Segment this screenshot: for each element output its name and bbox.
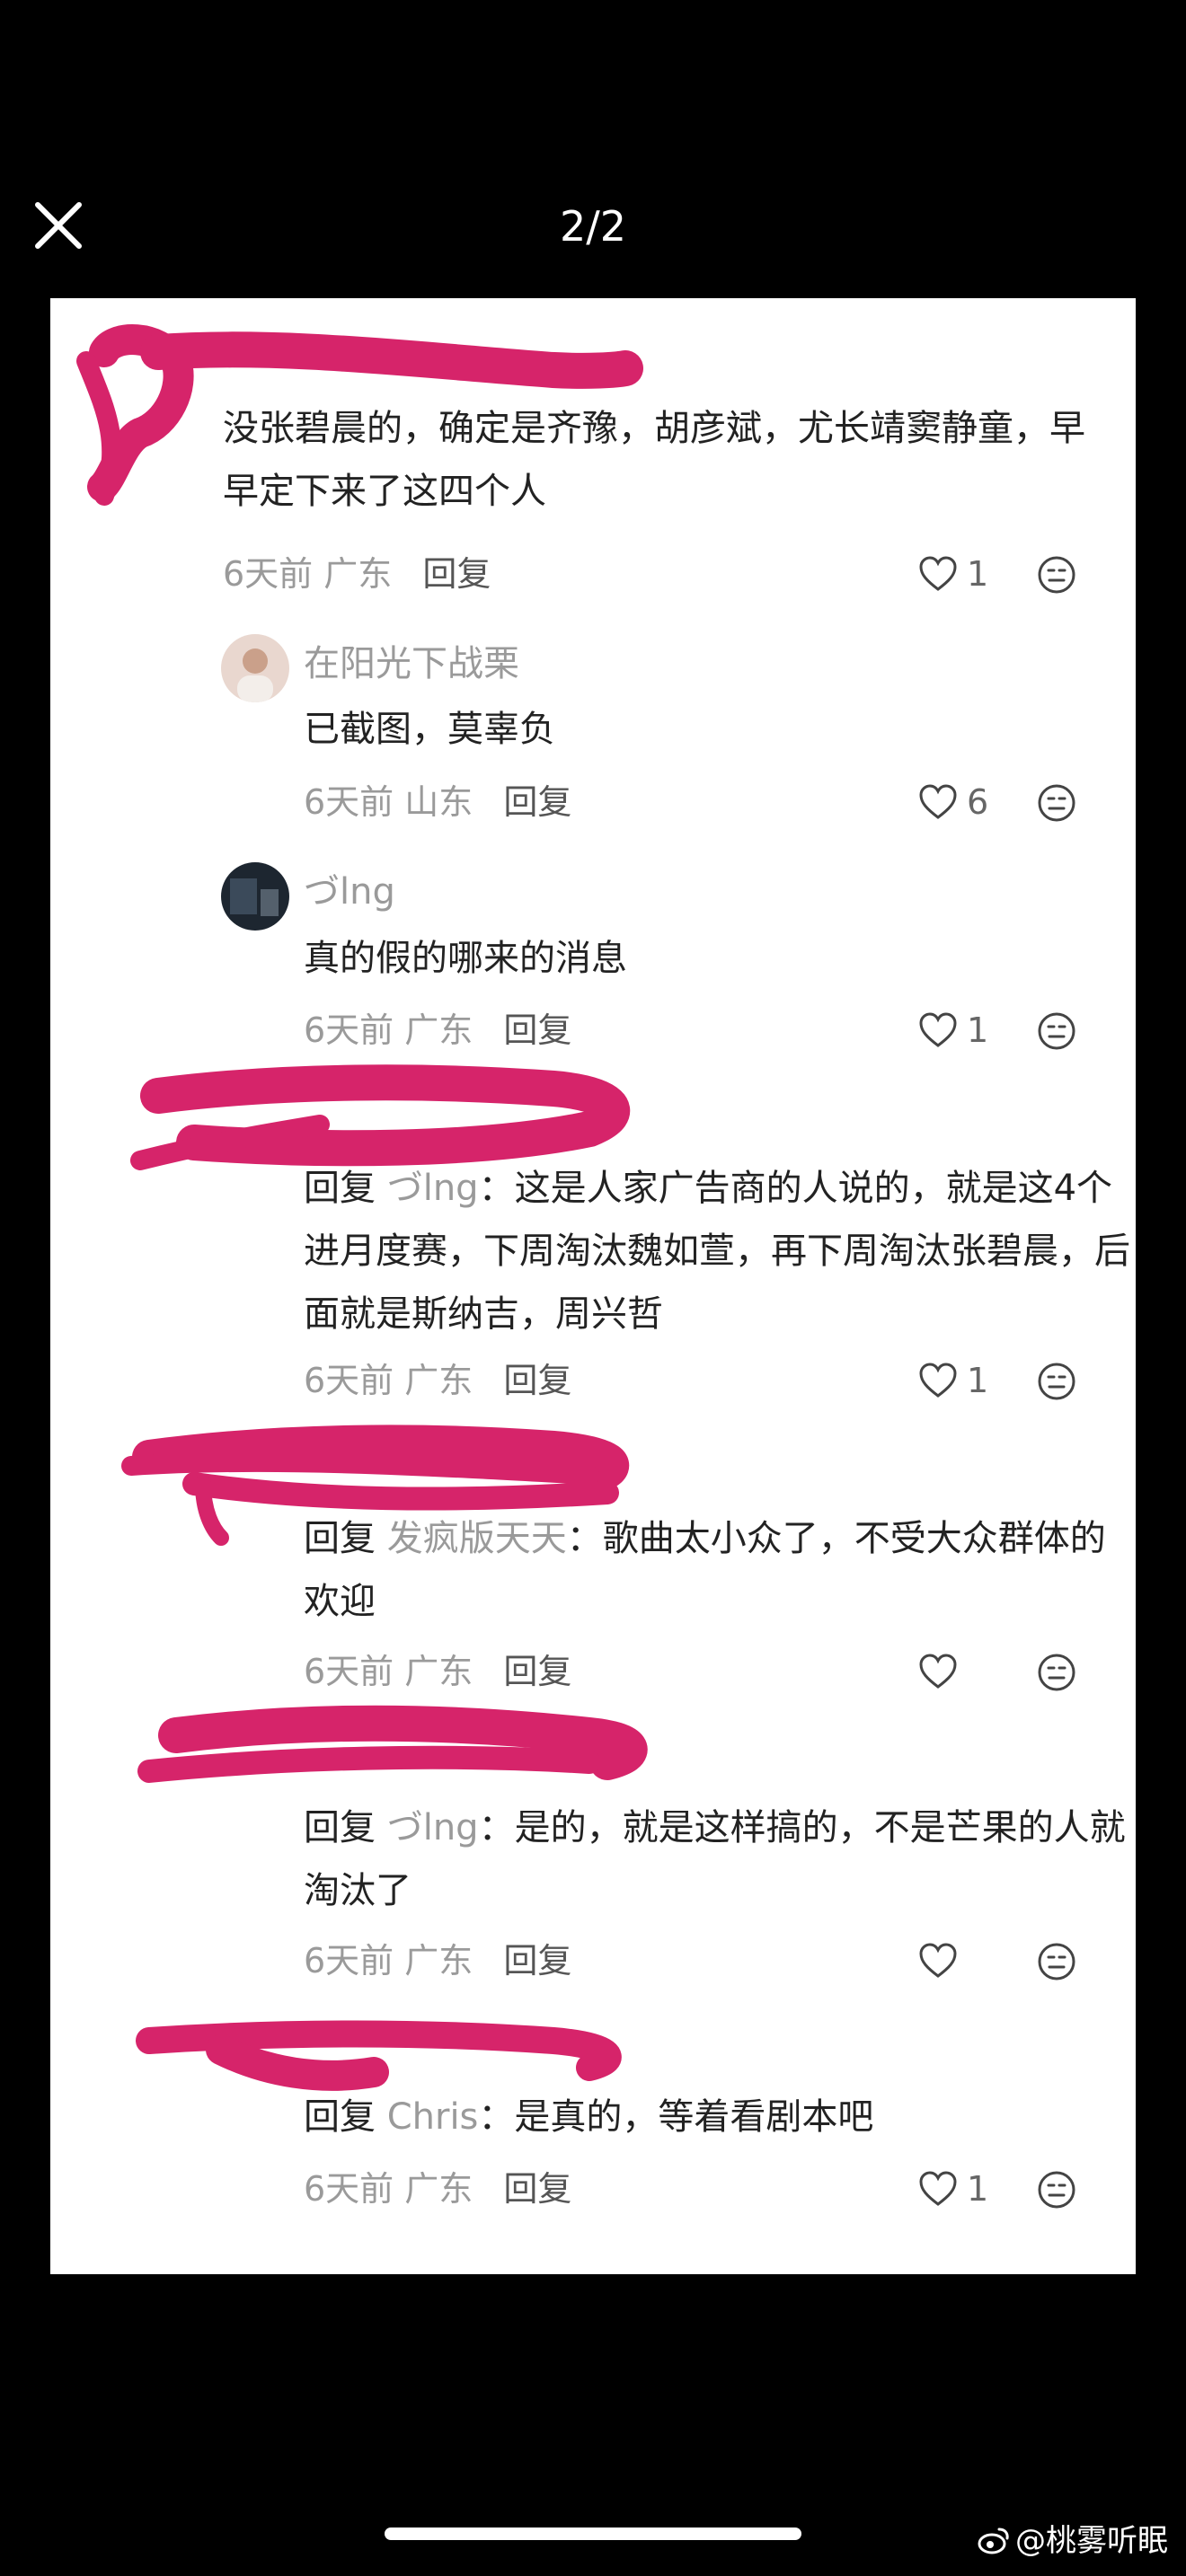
image-counter: 2/2 [559, 202, 627, 251]
redaction-scribbles [76, 324, 648, 2091]
screenshot-card: 没张碧晨的，确定是齐豫，胡彦斌，尤长靖窦静童，早早定下来了这四个人 6天前 广东… [50, 298, 1136, 2274]
image-viewer-top-bar: 2/2 [0, 0, 1186, 296]
home-indicator[interactable] [385, 2527, 801, 2540]
weibo-logo-icon [978, 2527, 1009, 2554]
watermark-text: @桃雾听眠 [1015, 2523, 1168, 2559]
